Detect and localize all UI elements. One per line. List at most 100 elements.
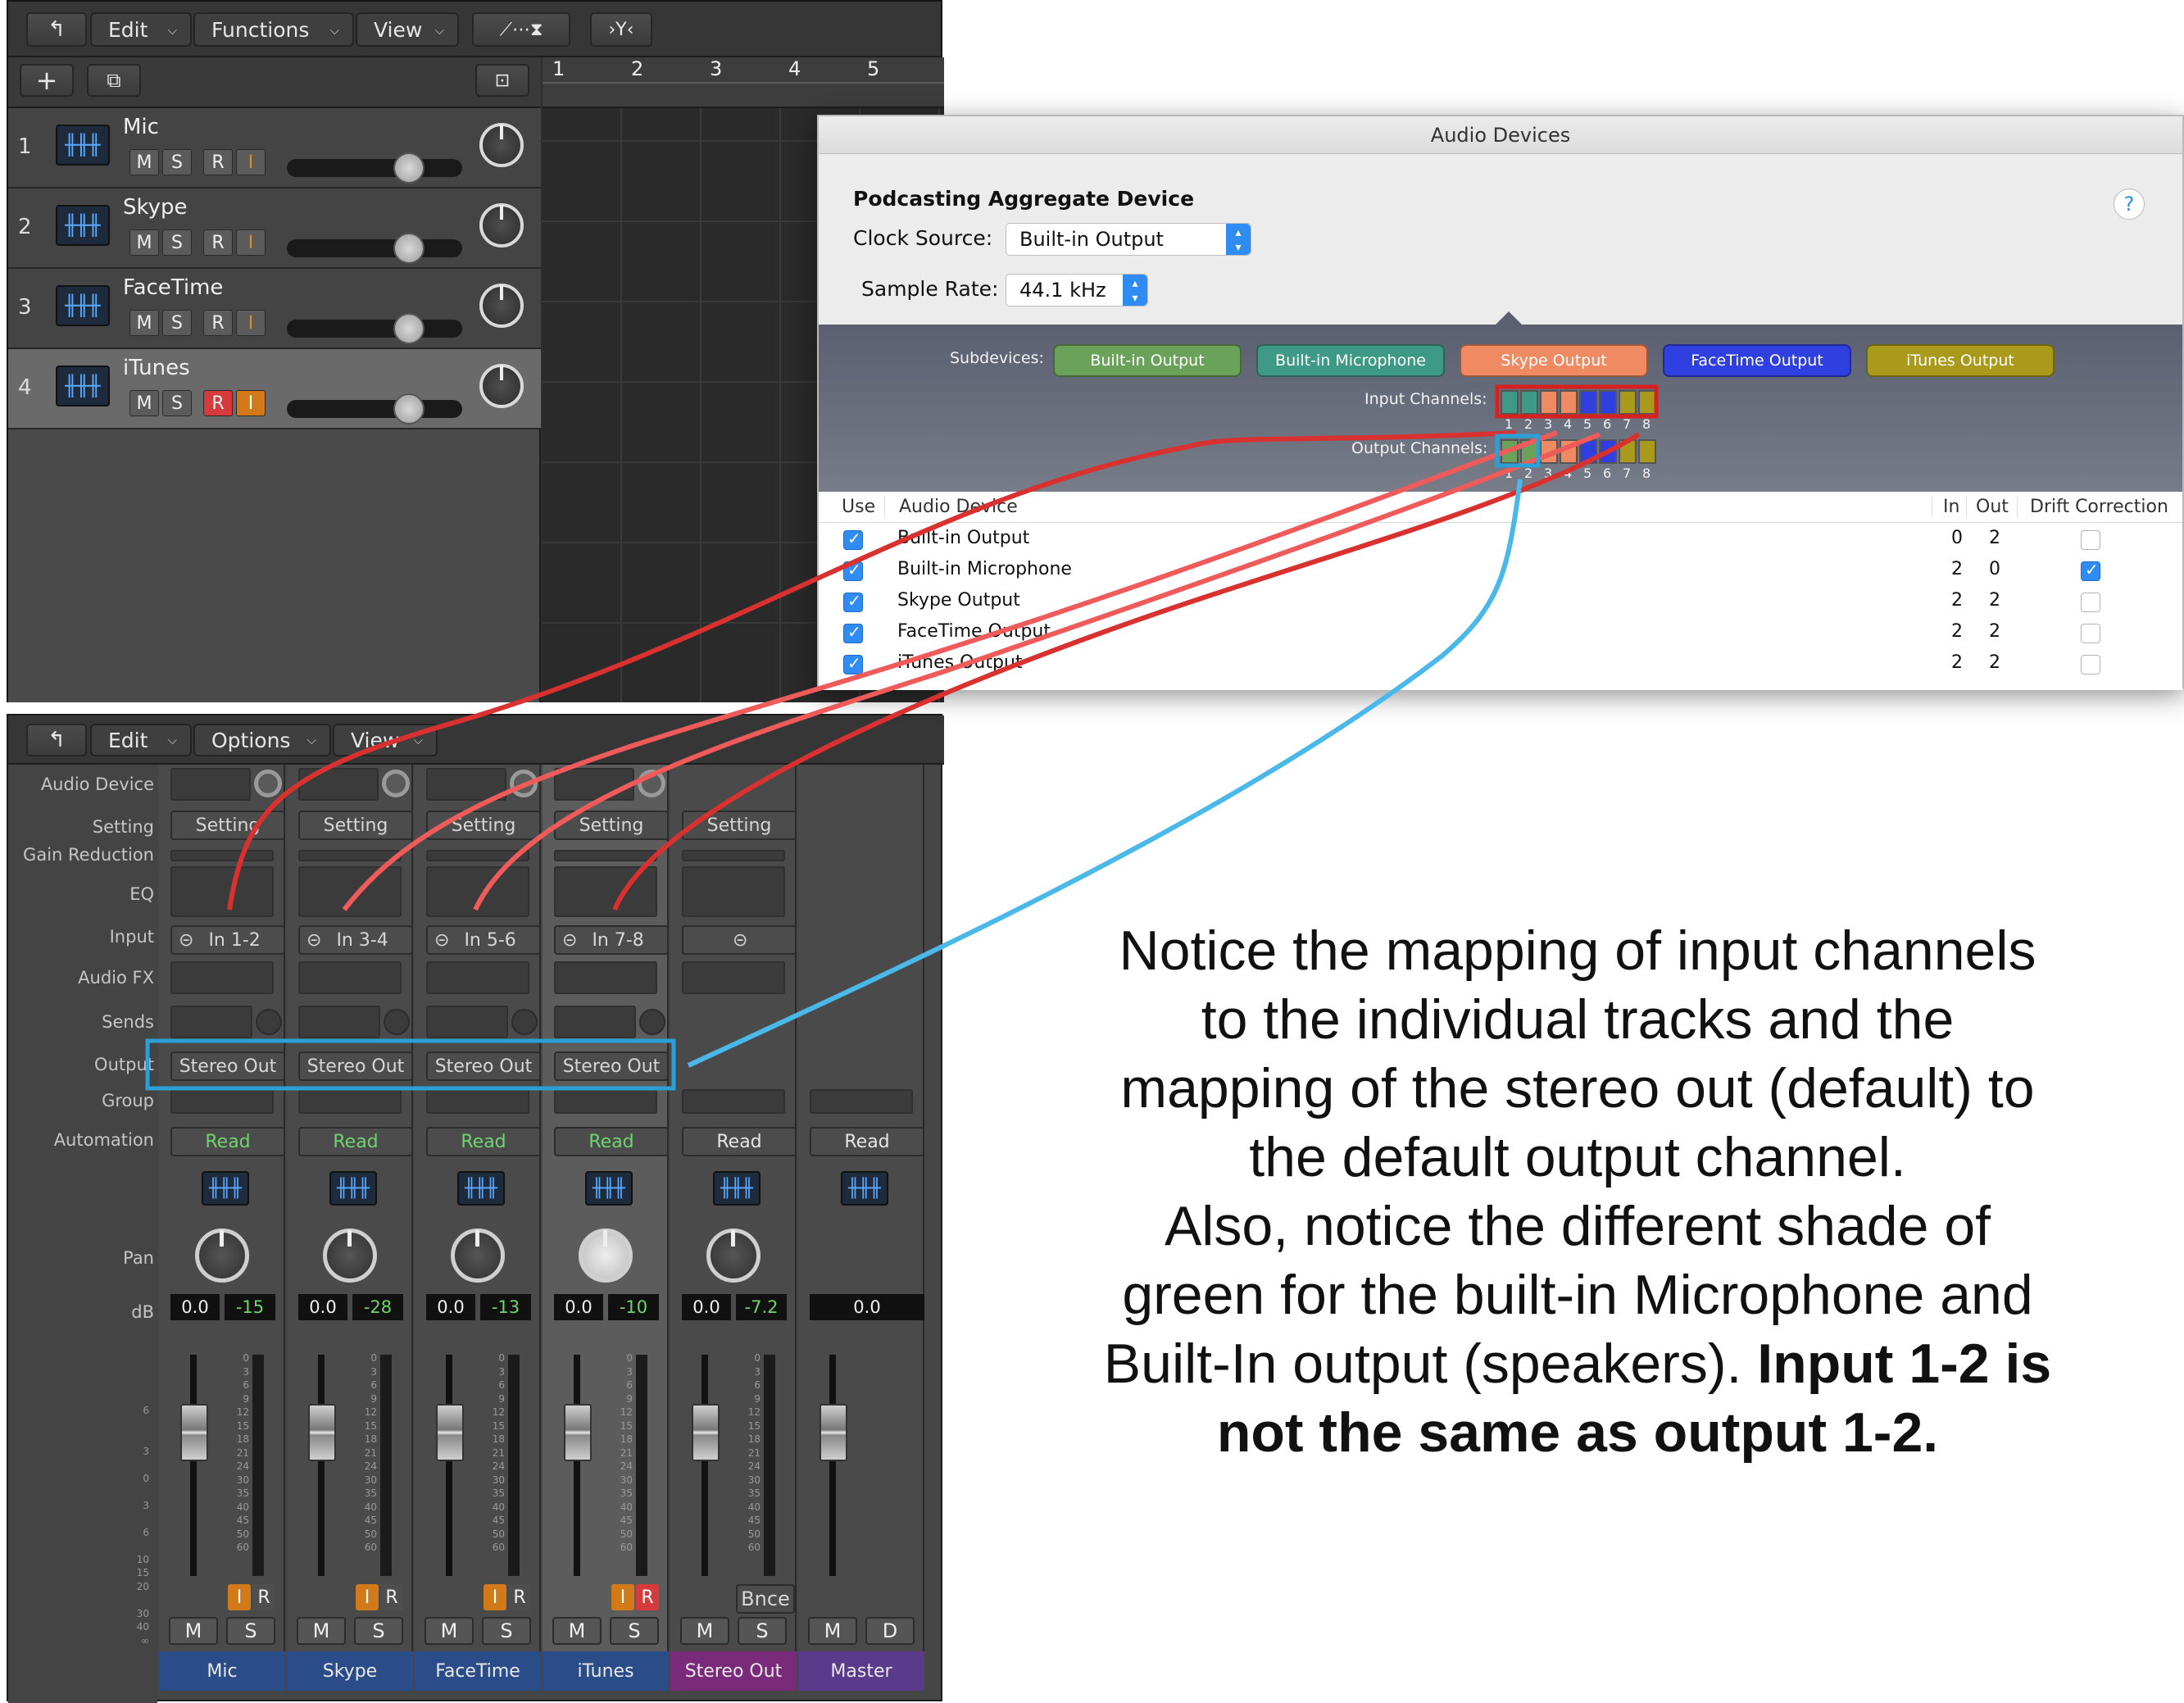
send-knob[interactable]: [384, 1009, 410, 1035]
volume-readout[interactable]: 0.0: [170, 1294, 220, 1320]
record-enable-button[interactable]: R: [636, 1584, 659, 1610]
input-monitor-button[interactable]: I: [356, 1584, 379, 1610]
mute-button[interactable]: M: [425, 1617, 474, 1645]
eq-slot[interactable]: [682, 866, 785, 917]
audio-fx-slot[interactable]: [426, 961, 529, 994]
col-out[interactable]: Out: [1976, 497, 2009, 517]
peak-readout[interactable]: -15: [225, 1294, 275, 1320]
drift-correction-checkbox[interactable]: [2081, 530, 2100, 550]
input-slot[interactable]: ⊝ In 7-8: [554, 925, 669, 955]
col-audio-device[interactable]: Audio Device: [899, 497, 1018, 517]
solo-button[interactable]: S: [354, 1617, 403, 1645]
subdevice-button[interactable]: Built-in Microphone: [1256, 344, 1445, 377]
power-icon[interactable]: [382, 770, 410, 797]
volume-knob[interactable]: [393, 152, 425, 184]
volume-readout[interactable]: 0.0: [810, 1294, 924, 1320]
audio-fx-slot[interactable]: [554, 961, 657, 994]
output-slot[interactable]: Stereo Out: [554, 1051, 669, 1081]
setting-button[interactable]: Setting: [298, 811, 413, 840]
menu-view[interactable]: View ⌵: [356, 12, 459, 47]
catch-playhead-button[interactable]: ›Y‹: [590, 12, 652, 47]
channel-name[interactable]: Skype: [287, 1651, 413, 1691]
sends-slot[interactable]: [170, 1006, 252, 1038]
automation-curve-button[interactable]: ⟋⋯⧗: [472, 12, 570, 47]
solo-button[interactable]: S: [482, 1617, 531, 1645]
add-track-button[interactable]: +: [20, 64, 74, 97]
audio-fx-slot[interactable]: [170, 961, 274, 994]
solo-button[interactable]: S: [162, 390, 192, 416]
pan-knob[interactable]: [451, 1228, 505, 1283]
menu-view[interactable]: View ⌵: [333, 724, 438, 756]
output-channel-cell[interactable]: [1560, 439, 1578, 464]
output-channel-cell[interactable]: [1520, 439, 1538, 464]
pan-knob[interactable]: [579, 1228, 633, 1283]
input-channel-cell[interactable]: [1579, 390, 1597, 415]
power-icon[interactable]: [510, 770, 538, 797]
col-drift-correction[interactable]: Drift Correction: [2030, 497, 2168, 517]
menu-options[interactable]: Options ⌵: [193, 724, 331, 756]
device-row[interactable]: Skype Output 2 2: [819, 587, 2184, 618]
setting-button[interactable]: Setting: [554, 811, 669, 840]
output-channel-cell[interactable]: [1619, 439, 1637, 464]
record-enable-button[interactable]: R: [380, 1584, 403, 1610]
record-enable-button[interactable]: R: [203, 310, 233, 336]
mute-button[interactable]: M: [129, 229, 159, 256]
volume-readout[interactable]: 0.0: [682, 1294, 731, 1320]
track-name[interactable]: iTunes: [123, 356, 190, 380]
volume-fader[interactable]: [180, 1404, 208, 1461]
pan-knob[interactable]: [195, 1228, 249, 1283]
input-slot[interactable]: ⊝ In 1-2: [170, 925, 285, 955]
record-enable-button[interactable]: R: [508, 1584, 531, 1610]
audio-fx-slot[interactable]: [682, 961, 785, 994]
sends-slot[interactable]: [298, 1006, 380, 1038]
volume-fader[interactable]: [564, 1404, 592, 1461]
input-channel-cell[interactable]: [1599, 390, 1617, 415]
setting-button[interactable]: Setting: [170, 811, 285, 840]
mute-button[interactable]: M: [808, 1617, 857, 1645]
output-slot[interactable]: Stereo Out: [426, 1051, 541, 1081]
input-channel-cell[interactable]: [1560, 390, 1578, 415]
group-slot[interactable]: [554, 1089, 657, 1114]
use-checkbox[interactable]: [843, 529, 863, 550]
col-in[interactable]: In: [1943, 497, 1959, 517]
group-slot[interactable]: [810, 1089, 913, 1114]
track-row[interactable]: 2 ╫╫╫ Skype M S R I: [8, 188, 541, 269]
input-channel-cell[interactable]: [1501, 390, 1519, 415]
input-slot[interactable]: ⊝ In 5-6: [426, 925, 541, 955]
subdevice-button[interactable]: Built-in Output: [1053, 344, 1242, 377]
drift-correction-checkbox[interactable]: [2081, 624, 2100, 643]
mute-button[interactable]: M: [552, 1617, 602, 1645]
help-button[interactable]: ?: [2114, 188, 2145, 220]
collapse-button[interactable]: ⊡: [475, 64, 529, 97]
pan-knob[interactable]: [479, 364, 524, 408]
mute-button[interactable]: M: [129, 149, 159, 175]
input-monitor-button[interactable]: I: [484, 1584, 506, 1610]
channel-name[interactable]: iTunes: [543, 1651, 669, 1691]
input-monitor-button[interactable]: I: [236, 229, 266, 256]
track-row[interactable]: 3 ╫╫╫ FaceTime M S R I: [8, 269, 541, 349]
track-name[interactable]: Skype: [123, 195, 188, 220]
track-name[interactable]: FaceTime: [123, 275, 223, 300]
sends-slot[interactable]: [426, 1006, 508, 1038]
solo-button[interactable]: S: [162, 229, 192, 256]
ruler[interactable]: 1 2 3 4 5: [543, 57, 944, 108]
pan-knob[interactable]: [323, 1228, 377, 1283]
volume-readout[interactable]: 0.0: [554, 1294, 603, 1320]
output-channel-cell[interactable]: [1638, 439, 1656, 464]
record-enable-button[interactable]: R: [203, 149, 233, 175]
menu-edit[interactable]: Edit ⌵: [90, 12, 192, 47]
input-monitor-button[interactable]: I: [236, 310, 266, 336]
eq-slot[interactable]: [298, 866, 402, 917]
volume-slider[interactable]: [287, 320, 462, 338]
power-icon[interactable]: [254, 770, 282, 797]
drift-correction-checkbox[interactable]: [2081, 560, 2100, 581]
automation-mode-button[interactable]: Read: [810, 1127, 924, 1156]
volume-knob[interactable]: [393, 233, 425, 264]
subdevice-button[interactable]: Skype Output: [1460, 344, 1648, 377]
automation-mode-button[interactable]: Read: [554, 1127, 669, 1156]
input-channel-cell[interactable]: [1520, 390, 1538, 415]
mute-button[interactable]: M: [680, 1617, 729, 1645]
subdevice-button[interactable]: FaceTime Output: [1663, 344, 1851, 377]
solo-button[interactable]: S: [226, 1617, 275, 1645]
setting-button[interactable]: Setting: [682, 811, 797, 840]
